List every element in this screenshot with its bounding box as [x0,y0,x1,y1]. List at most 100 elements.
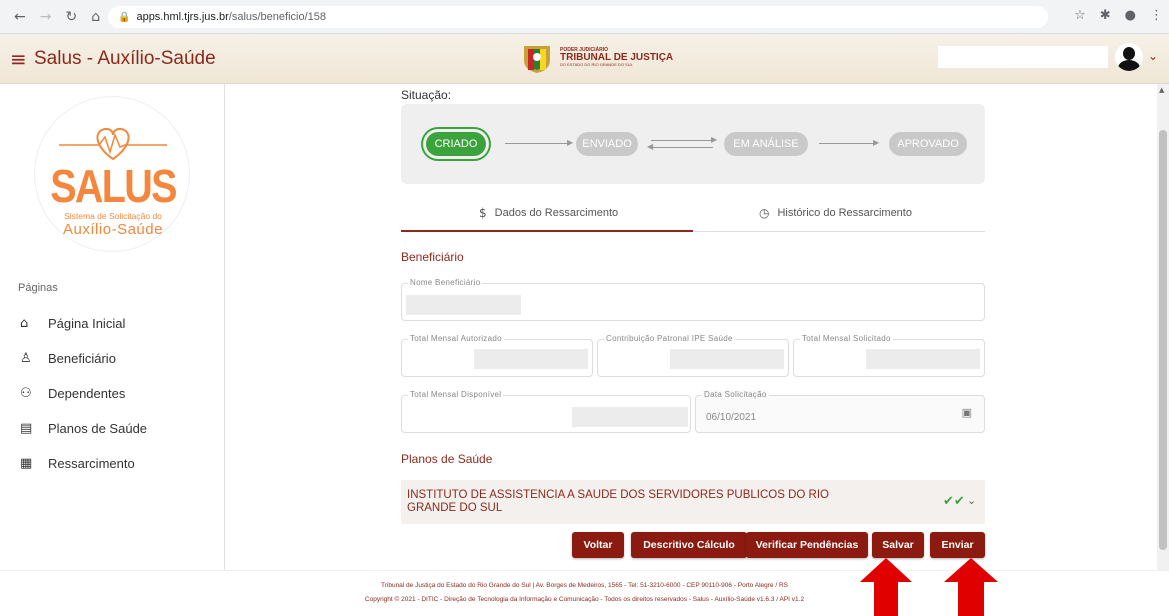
home-icon: ⌂ [20,316,29,331]
scroll-thumb[interactable] [1159,130,1167,550]
tab-bar: $ Dados do Ressarcimento ◷ Histórico do … [401,196,985,232]
tab-label: Dados do Ressarcimento [494,207,619,219]
reload-icon[interactable]: ↻ [65,9,77,25]
chevron-down-icon[interactable]: ⌄ [1148,49,1158,63]
address-bar[interactable]: 🔒 apps.hml.tjrs.jus.br/salus/beneficio/1… [108,6,1048,28]
sidebar-item-pagina-inicial[interactable]: ⌂ Página Inicial [0,306,224,341]
sidebar-item-label: Planos de Saúde [48,421,148,436]
step-connector [651,140,713,141]
data-solicitacao-value: 06/10/2021 [706,412,757,423]
salus-logo: SALUS Sistema de Solicitação do Auxílio-… [34,96,190,252]
step-aprovado: APROVADO [889,132,967,156]
active-tab-indicator [401,230,693,232]
forward-icon[interactable]: → [40,9,52,25]
total-mensal-solicitado-field: Total Mensal Solicitado [793,334,985,377]
field-label: Nome Beneficiário [408,278,483,287]
redacted-value [572,407,688,427]
browser-menu-icon[interactable]: ⋮ [1150,8,1163,23]
field-label: Total Mensal Disponível [408,390,504,399]
data-solicitacao-field[interactable]: Data Solicitação 06/10/2021 ▣ [695,390,985,433]
descritivo-calculo-button[interactable]: Descritivo Cálculo [631,532,747,558]
enviar-button[interactable]: Enviar [930,532,985,558]
annotation-arrow-icon [860,558,912,616]
sidebar-item-label: Beneficiário [48,351,116,366]
sidebar-item-beneficiario[interactable]: ♙ Beneficiário [0,341,224,376]
tab-historico-ressarcimento[interactable]: ◷ Histórico do Ressarcimento [759,206,912,220]
url-host: apps.hml.tjrs.jus.br [136,11,229,23]
verificar-pendencias-button[interactable]: Verificar Pendências [746,532,868,558]
total-mensal-autorizado-field: Total Mensal Autorizado [401,334,593,377]
step-criado: CRIADO [426,132,486,156]
status-label: Situação: [401,88,452,102]
clipboard-icon: ▤ [20,421,33,436]
plano-expansion-panel[interactable]: INSTITUTO DE ASSISTENCIA A SAUDE DOS SER… [401,480,985,524]
court-name: TRIBUNAL DE JUSTIÇA [560,51,674,63]
court-logo: PODER JUDICIÁRIO TRIBUNAL DE JUSTIÇA DO … [520,40,673,74]
user-avatar-icon[interactable] [1115,43,1143,71]
dollar-icon: $ [479,206,487,220]
plano-name: INSTITUTO DE ASSISTENCIA A SAUDE DOS SER… [407,489,829,514]
sidebar: SALUS Sistema de Solicitação do Auxílio-… [0,84,225,570]
sidebar-item-ressarcimento[interactable]: ▦ Ressarcimento [0,446,224,481]
extensions-icon[interactable]: ✱ [1100,8,1111,23]
sidebar-item-planos-de-saude[interactable]: ▤ Planos de Saúde [0,411,224,446]
contribuicao-patronal-field: Contribuição Patronal IPE Saúde [597,334,789,377]
receipt-icon: ▦ [20,456,33,471]
court-sub-text: DO ESTADO DO RIO GRANDE DO SUL [560,61,633,67]
court-crest-icon [524,46,550,73]
beneficiario-section-title: Beneficiário [401,250,464,264]
app-title: Salus - Auxílio-Saúde [34,48,216,69]
logo-title: SALUS [50,160,177,212]
home-browser-icon[interactable]: ⌂ [91,9,100,25]
step-em-analise: EM ANÁLISE [724,132,808,156]
sidebar-item-dependentes[interactable]: ⚇ Dependentes [0,376,224,411]
arrow-right-icon: ▶ [873,138,880,147]
tab-dados-ressarcimento[interactable]: $ Dados do Ressarcimento [479,206,618,220]
salvar-button[interactable]: Salvar [872,532,924,558]
step-connector [819,143,875,144]
total-mensal-disponivel-field: Total Mensal Disponível [401,390,691,433]
pages-label: Páginas [18,282,58,294]
calendar-icon[interactable]: ▣ [962,406,972,419]
hamburger-menu-icon[interactable]: ≡ [10,47,27,71]
profile-icon[interactable]: ● [1125,8,1136,23]
step-connector [505,143,569,144]
planos-section-title: Planos de Saúde [401,452,493,466]
url-path: /salus/beneficio/158 [228,11,326,23]
field-label: Total Mensal Solicitado [800,334,893,343]
redacted-value [406,295,521,315]
logo-auxilio: Auxílio-Saúde [63,221,163,238]
tab-label: Histórico do Ressarcimento [777,207,912,219]
history-icon: ◷ [759,206,770,220]
page-scrollbar[interactable]: ▲ [1157,84,1169,570]
sidebar-item-label: Dependentes [48,386,126,401]
browser-toolbar: ← → ↻ ⌂ 🔒 apps.hml.tjrs.jus.br/salus/ben… [0,0,1169,34]
bookmark-star-icon[interactable]: ☆ [1074,8,1086,23]
sidebar-item-label: Página Inicial [48,316,126,331]
chevron-down-icon[interactable]: ⌄ [967,494,976,507]
back-icon[interactable]: ← [14,9,26,25]
double-check-icon: ✔✔ [943,494,965,509]
redacted-value [866,349,980,369]
sidebar-item-label: Ressarcimento [48,456,135,471]
arrow-left-icon: ◀ [647,142,654,151]
field-label: Data Solicitação [702,390,769,399]
person-icon: ♙ [20,351,32,366]
scroll-up-icon[interactable]: ▲ [1159,86,1164,94]
field-label: Contribuição Patronal IPE Saúde [604,334,735,343]
redacted-value [474,349,588,369]
sidebar-nav: ⌂ Página Inicial ♙ Beneficiário ⚇ Depend… [0,306,224,481]
field-label: Total Mensal Autorizado [408,334,504,343]
status-stepper: CRIADO ▶ ENVIADO ▶ ◀ EM ANÁLISE ▶ APROVA… [401,104,985,184]
annotation-arrow-icon [944,558,998,616]
voltar-button[interactable]: Voltar [572,532,624,558]
nome-beneficiario-field[interactable]: Nome Beneficiário [401,278,985,321]
logo-subtitle: Sistema de Solicitação do [64,211,162,221]
arrow-right-icon: ▶ [567,138,574,147]
app-header: ≡ Salus - Auxílio-Saúde PODER JUDICIÁRIO… [0,34,1169,84]
group-icon: ⚇ [20,386,32,401]
redacted-value [670,349,784,369]
arrow-right-icon: ▶ [711,135,718,144]
main-content: Situação: CRIADO ▶ ENVIADO ▶ ◀ EM ANÁLIS… [226,84,996,570]
step-connector [651,147,713,148]
